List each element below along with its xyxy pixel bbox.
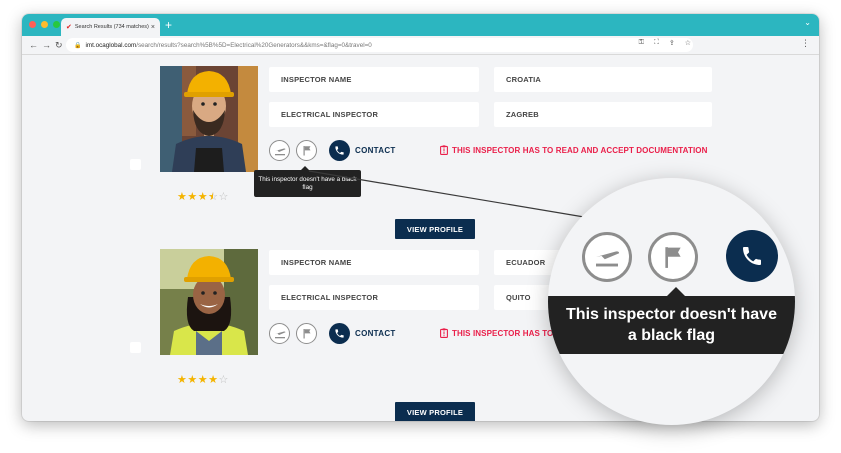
- tab-close-icon[interactable]: ×: [151, 24, 155, 31]
- select-inspector-checkbox[interactable]: [130, 342, 141, 353]
- bookmark-star-icon[interactable]: ☆: [685, 39, 691, 47]
- translate-icon[interactable]: ⛶: [654, 39, 659, 47]
- contact-phone-button-zoomed: [726, 230, 778, 282]
- phone-icon: [743, 247, 761, 265]
- view-profile-button[interactable]: VIEW PROFILE: [395, 219, 475, 239]
- close-window-button[interactable]: [29, 21, 36, 28]
- contact-phone-button[interactable]: [329, 323, 350, 344]
- rating-stars: ★★★☆★☆: [177, 192, 229, 203]
- minimize-window-button[interactable]: [41, 21, 48, 28]
- inspector-photo: [160, 249, 258, 355]
- zoomed-tooltip-text: This inspector doesn't have a black flag: [566, 306, 777, 344]
- flag-icon: [303, 146, 310, 156]
- black-flag-button[interactable]: [296, 140, 317, 161]
- url-path: /search/results?search%5B%5D=Electrical%…: [136, 41, 372, 49]
- star-full-icon: ★: [177, 191, 188, 203]
- inspector-name-field: INSPECTOR NAME: [269, 67, 479, 92]
- plane-departure-icon: [274, 147, 285, 155]
- view-profile-button[interactable]: VIEW PROFILE: [395, 402, 475, 421]
- contact-link[interactable]: CONTACT: [355, 146, 396, 155]
- inspector-photo: [160, 66, 258, 172]
- inspector-title-field: ELECTRICAL INSPECTOR: [269, 102, 479, 127]
- rating-stars: ★★★★☆: [177, 375, 229, 386]
- contact-phone-button[interactable]: [329, 140, 350, 161]
- star-full-icon: ★: [187, 191, 198, 203]
- flag-icon: [303, 329, 310, 339]
- zoom-callout: This inspector doesn't have a black flag: [548, 178, 795, 425]
- checkmark-favicon-icon: ✔: [66, 23, 72, 31]
- warning-text: THIS INSPECTOR HAS TO READ AND ACCEPT DO…: [452, 145, 708, 155]
- lock-icon: 🔒: [74, 42, 82, 49]
- zoom-window-button[interactable]: [53, 21, 60, 28]
- inspector-title-field: ELECTRICAL INSPECTOR: [269, 285, 479, 310]
- star-full-icon: ★: [197, 191, 209, 203]
- star-full-icon: ★: [177, 374, 188, 386]
- key-icon[interactable]: ⚿: [639, 39, 644, 47]
- travel-button[interactable]: [269, 323, 290, 344]
- tab-title: Search Results (734 matches): [74, 24, 149, 30]
- star-full-icon: ★: [208, 374, 219, 386]
- star-full-icon: ★: [197, 374, 209, 386]
- new-tab-button[interactable]: +: [165, 18, 172, 32]
- clipboard-alert-icon: [440, 328, 448, 338]
- black-flag-tooltip-zoomed: This inspector doesn't have a black flag: [548, 287, 795, 354]
- contact-link[interactable]: CONTACT: [355, 329, 396, 338]
- star-full-icon: ★: [187, 374, 198, 386]
- black-flag-button[interactable]: [296, 323, 317, 344]
- address-bar-actions: ⚿ ⛶ ⇪ ☆: [639, 39, 691, 47]
- travel-button-zoomed: [582, 232, 632, 282]
- url-host: imt.ocaglobal.com: [85, 41, 137, 49]
- address-bar: ← → ↻ 🔒 imt.ocaglobal.com /search/result…: [22, 36, 819, 55]
- browser-tab[interactable]: ✔ Search Results (734 matches) ×: [61, 18, 160, 36]
- inspector-country-field: CROATIA: [494, 67, 712, 92]
- star-empty-icon: ☆: [218, 374, 229, 386]
- forward-arrow-icon[interactable]: →: [42, 38, 51, 52]
- select-inspector-checkbox[interactable]: [130, 159, 141, 170]
- phone-icon: [335, 329, 344, 338]
- inspector-city-field: ZAGREB: [494, 102, 712, 127]
- travel-button[interactable]: [269, 140, 290, 161]
- inspector-name-field: INSPECTOR NAME: [269, 250, 479, 275]
- flag-icon: [665, 247, 681, 268]
- window-controls: [29, 21, 60, 28]
- plane-departure-icon: [274, 330, 285, 338]
- browser-titlebar: ✔ Search Results (734 matches) × + ⌄: [22, 14, 819, 36]
- share-icon[interactable]: ⇪: [669, 39, 675, 47]
- back-arrow-icon[interactable]: ←: [29, 38, 38, 52]
- plane-departure-icon: [596, 251, 620, 267]
- url-field[interactable]: 🔒 imt.ocaglobal.com /search/results?sear…: [66, 38, 693, 52]
- star-empty-icon: ☆: [218, 191, 229, 203]
- clipboard-alert-icon: [440, 145, 448, 155]
- black-flag-button-zoomed: [648, 232, 698, 282]
- phone-icon: [335, 146, 344, 155]
- black-flag-tooltip: This inspector doesn't have a black flag: [254, 166, 361, 197]
- browser-menu-icon[interactable]: ⋮: [801, 38, 810, 49]
- reload-icon[interactable]: ↻: [55, 38, 63, 52]
- tab-search-chevron-icon[interactable]: ⌄: [804, 18, 811, 27]
- documentation-warning: THIS INSPECTOR HAS TO READ AND ACCEPT DO…: [440, 145, 707, 155]
- star-half-icon: ☆★: [208, 191, 219, 203]
